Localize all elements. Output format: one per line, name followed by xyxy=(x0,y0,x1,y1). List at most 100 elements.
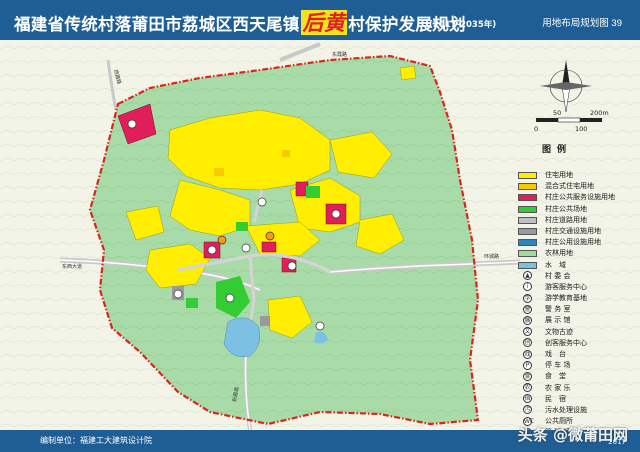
facility-marker xyxy=(207,245,217,255)
legend-symbol-icon: 展 xyxy=(523,315,532,325)
facility-marker xyxy=(225,293,235,303)
title-bar: 福建省传统村落莆田市荔城区西天尾镇 后黄 村保护发展规划 (2017-2035年) … xyxy=(0,0,640,40)
legend-row: 警警 务 室 xyxy=(516,304,636,315)
legend-row: 农农 家 乐 xyxy=(516,383,636,394)
legend-row: 村庄公共服务设施用地 xyxy=(516,192,636,203)
legend-label: 村庄公共场地 xyxy=(545,204,587,213)
public-square-west xyxy=(186,298,198,308)
legend-symbol-icon: i xyxy=(523,282,532,292)
public-square-core xyxy=(236,222,248,231)
legend-label: 村庄公用设施用地 xyxy=(545,238,601,247)
facility-marker xyxy=(127,119,137,129)
legend-symbol-icon: 警 xyxy=(523,304,532,314)
legend-row: 戏戏 台 xyxy=(516,349,636,360)
legend-swatch xyxy=(518,216,537,224)
legend-swatch xyxy=(518,172,537,179)
legend-label: 文物古迹 xyxy=(545,327,573,336)
village-pond xyxy=(223,317,260,357)
legend-row: i 游客服务中心 xyxy=(516,282,636,293)
legend-row: 农林用地 xyxy=(516,248,636,259)
sheet-label: 用地布局规划图 39 xyxy=(542,18,622,29)
legend-symbol-icon: P xyxy=(523,360,532,370)
legend-facilities: ▲ 村 委 会 i 游客服务中心学 游学教育基地警 警 务 室展 展 示 馆文 文物古迹创 创客… xyxy=(516,271,636,450)
legend-label: 村庄公共服务设施用地 xyxy=(545,193,615,202)
legend-row: P停 车 场 xyxy=(516,360,636,371)
sheet-year: 2017 xyxy=(608,438,626,446)
title-accent: 后黄 xyxy=(300,10,348,35)
legend-row: 住宅用地 xyxy=(516,170,636,181)
facility-marker xyxy=(287,261,297,271)
legend-label: 游客服务中心 xyxy=(545,282,587,291)
legend-symbol-icon: 学 xyxy=(523,293,532,303)
legend-row: 学 游学教育基地 xyxy=(516,293,636,304)
legend-row: 村庄交通设施用地 xyxy=(516,226,636,237)
residential-north-cluster xyxy=(399,65,417,81)
legend-symbol-icon: 污 xyxy=(523,405,532,415)
legend-label: 食 堂 xyxy=(545,372,566,381)
facility-marker xyxy=(315,321,325,331)
legend-swatch xyxy=(518,250,537,258)
facility-marker xyxy=(265,231,275,241)
legend-symbol-icon: 宿 xyxy=(523,394,532,404)
legend-swatch xyxy=(518,194,537,202)
parking-lot xyxy=(260,316,270,326)
scale-tick: 50 xyxy=(553,109,561,117)
design-organization: 编制单位：福建工大建筑设计院 xyxy=(40,436,152,445)
legend-row: 村庄道路用地 xyxy=(516,215,636,226)
legend-label: 展 示 馆 xyxy=(545,316,571,325)
legend-label: 农林用地 xyxy=(545,249,573,258)
legend-label: 村庄道路用地 xyxy=(545,215,587,224)
legend-symbol-icon: 农 xyxy=(523,383,532,393)
mixed-block xyxy=(282,150,290,157)
legend-swatch xyxy=(518,183,537,191)
legend-label: 戏 台 xyxy=(545,350,566,358)
road-label: 东霞路 xyxy=(332,51,347,58)
legend-swatch xyxy=(518,239,537,247)
legend-label: 警 务 室 xyxy=(545,305,571,314)
footer-bar: 编制单位：福建工大建筑设计院 头条 @微莆田网 2017 xyxy=(0,426,640,452)
planning-period: (2017-2035年) xyxy=(429,20,497,30)
legend-symbol-icon: 创 xyxy=(523,338,532,348)
road-label: 环城路 xyxy=(484,253,499,260)
legend-symbol-icon: 食 xyxy=(523,371,532,381)
legend-label: 污水处理设施 xyxy=(545,405,587,414)
legend-label: 住宅用地 xyxy=(545,171,573,179)
legend-row: 村庄公用设施用地 xyxy=(516,237,636,248)
legend-row: ▲ 村 委 会 xyxy=(516,271,636,282)
scale-tick: 200m xyxy=(590,109,609,117)
legend-row: 污 污水处理设施 xyxy=(516,405,636,416)
legend-label: 创客服务中心 xyxy=(545,338,587,347)
facility-marker xyxy=(241,243,251,253)
legend-swatch xyxy=(518,227,537,235)
legend-row: 创 创客服务中心 xyxy=(516,338,636,349)
legend-row: 文 文物古迹 xyxy=(516,327,636,338)
legend-row: 混合式住宅用地 xyxy=(516,181,636,192)
road-label: 东西大道 xyxy=(62,263,82,270)
legend-label: 混合式住宅用地 xyxy=(545,182,594,191)
scale-tick: 0 xyxy=(534,125,538,133)
legend-row: 水 域 xyxy=(516,260,636,271)
legend-label: 村庄交通设施用地 xyxy=(545,226,601,235)
facility-marker xyxy=(217,235,227,245)
facility-marker xyxy=(173,289,183,299)
legend-label: 游学教育基地 xyxy=(545,294,587,303)
legend-row: 宿民 宿 xyxy=(516,394,636,405)
legend-label: 停 车 场 xyxy=(545,361,571,370)
legend-row: 展展 示 馆 xyxy=(516,315,636,326)
legend-label: 村 委 会 xyxy=(545,271,571,280)
legend-symbol-icon: ▲ xyxy=(523,271,532,281)
scale-tick: 100 xyxy=(575,125,587,133)
mixed-block xyxy=(214,168,224,176)
map-legend: 图例 住宅用地混合式住宅用地村庄公共服务设施用地 村庄公共场地 村庄道路用地村庄交通… xyxy=(516,142,636,450)
legend-title: 图例 xyxy=(542,145,573,155)
legend-land-use: 住宅用地混合式住宅用地村庄公共服务设施用地 村庄公共场地 村庄道路用地村庄交通设施用… xyxy=(516,170,636,271)
title-prefix: 福建省传统村落莆田市荔城区西天尾镇 xyxy=(14,15,300,34)
legend-swatch xyxy=(518,261,537,269)
public-square-north xyxy=(306,186,320,198)
facility-marker xyxy=(331,209,341,219)
map-title: 福建省传统村落莆田市荔城区西天尾镇 后黄 村保护发展规划 xyxy=(14,7,466,37)
legend-label: 水 域 xyxy=(545,260,566,269)
legend-swatch xyxy=(518,205,537,213)
legend-label: 民 宿 xyxy=(545,394,566,403)
map-sheet: 福建省传统村落莆田市荔城区西天尾镇 后黄 村保护发展规划 (2017-2035年) … xyxy=(0,0,640,452)
